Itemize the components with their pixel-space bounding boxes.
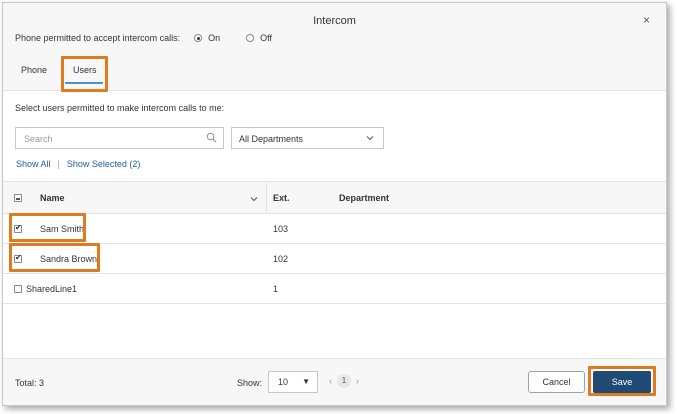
radio-on-icon	[194, 34, 203, 42]
prev-page-icon[interactable]: ‹	[329, 376, 332, 386]
row-ext: 102	[273, 254, 289, 264]
row-name: SharedLine1	[26, 284, 78, 294]
radio-on-label: On	[208, 33, 221, 43]
permission-row: Phone permitted to accept intercom calls…	[15, 33, 272, 43]
department-select-value: All Departments	[239, 134, 304, 144]
save-button[interactable]: Save	[593, 371, 651, 393]
cancel-button[interactable]: Cancel	[528, 371, 585, 393]
select-all-checkbox[interactable]	[14, 194, 22, 202]
table-row[interactable]: Sandra Brown 102	[3, 244, 666, 274]
department-select[interactable]: All Departments	[231, 127, 384, 149]
page-size-value: 10	[278, 377, 289, 387]
sort-chevron-icon[interactable]	[250, 195, 258, 203]
table-header: Name Ext. Department	[3, 181, 666, 215]
row-checkbox[interactable]	[14, 223, 22, 233]
column-department[interactable]: Department	[339, 193, 389, 203]
dialog-header: Intercom × Phone permitted to accept int…	[3, 3, 666, 91]
table-row[interactable]: SharedLine1 1	[3, 274, 666, 304]
tab-phone[interactable]: Phone	[21, 65, 47, 75]
row-ext: 1	[273, 284, 279, 294]
show-all-link[interactable]: Show All	[16, 159, 51, 169]
pagination: ‹ 1 ›	[329, 374, 359, 388]
intercom-dialog: Intercom × Phone permitted to accept int…	[2, 2, 667, 406]
radio-off-icon	[246, 34, 255, 42]
page-size-label: Show:	[237, 378, 263, 388]
instructions-text: Select users permitted to make intercom …	[15, 103, 225, 113]
close-icon[interactable]: ×	[643, 13, 650, 27]
tab-users[interactable]: Users	[73, 65, 97, 75]
column-ext[interactable]: Ext.	[273, 193, 290, 203]
active-tab-indicator	[65, 82, 103, 84]
row-name: Sam Smith	[40, 224, 85, 234]
show-selected-link[interactable]: Show Selected (2)	[67, 159, 141, 169]
radio-off[interactable]: Off	[246, 33, 272, 43]
dialog-title: Intercom	[313, 15, 356, 27]
column-divider	[266, 182, 267, 215]
search-placeholder: Search	[24, 134, 53, 144]
chevron-down-icon	[366, 136, 374, 141]
page-size-select[interactable]: 10 ▼	[268, 371, 318, 393]
row-ext: 103	[273, 224, 289, 234]
total-count: Total: 3	[15, 378, 45, 388]
search-icon[interactable]	[206, 132, 217, 143]
dialog-footer: Total: 3 Show: 10 ▼ ‹ 1 › Cancel Save	[3, 358, 666, 405]
permission-label: Phone permitted to accept intercom calls…	[15, 33, 181, 43]
page-number-current[interactable]: 1	[337, 374, 351, 388]
column-name[interactable]: Name	[40, 193, 65, 203]
search-input[interactable]: Search	[15, 127, 224, 149]
row-checkbox[interactable]	[14, 285, 22, 293]
filter-separator: |	[57, 159, 60, 169]
row-name: Sandra Brown	[40, 254, 98, 264]
radio-off-label: Off	[260, 33, 272, 43]
table-row[interactable]: Sam Smith 103	[3, 214, 666, 244]
row-checkbox[interactable]	[14, 253, 22, 263]
dropdown-arrow-icon: ▼	[302, 377, 310, 386]
filter-links: Show All | Show Selected (2)	[16, 159, 140, 169]
next-page-icon[interactable]: ›	[356, 376, 359, 386]
radio-on[interactable]: On	[194, 33, 220, 43]
